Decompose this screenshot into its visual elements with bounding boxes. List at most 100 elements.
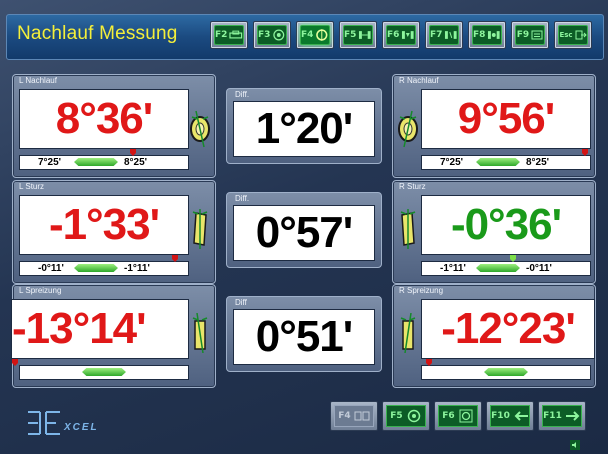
wheel-kpi-icon (400, 313, 416, 353)
f6-label: F6 (387, 30, 400, 40)
excel-logo: XCEL (24, 408, 134, 438)
esc-label: Esc (559, 31, 573, 39)
right-caster-panel: R Nachlauf 9°56' 7°25' 8°25' (392, 74, 596, 178)
f6-wheel-zoom-button[interactable]: F6 (434, 401, 482, 431)
app-title: Nachlauf Messung (17, 23, 178, 44)
f11-forward-button[interactable]: F11 (538, 401, 586, 431)
wheel-caster-icon (190, 110, 210, 148)
tolerance-range-indicator (484, 368, 528, 376)
diff-kpi-label: Diff (235, 298, 247, 307)
wheel-zoom-icon (459, 409, 473, 423)
camber-icon (488, 31, 501, 39)
left-kpi-tolerance-bar (12, 359, 189, 380)
f10-back-button[interactable]: F10 (486, 401, 534, 431)
diff-camber-panel: Diff. 0°57' (226, 192, 382, 268)
left-camber-tolerance-bar: -0°11' -1°11' (19, 255, 189, 276)
f5-axle-button[interactable]: F5 (339, 21, 377, 49)
left-caster-panel: L Nachlauf 8°36' 7°25' 8°25' (12, 74, 216, 178)
left-camber-marker (172, 255, 178, 262)
right-caster-tolerance-bar: 7°25' 8°25' (421, 149, 591, 170)
f7-toe-button[interactable]: F7 (425, 21, 463, 49)
right-camber-tol-min: -1°11' (440, 263, 466, 274)
right-camber-value: -0°36' (421, 195, 591, 255)
right-kpi-value: -12°23' (421, 299, 595, 359)
left-caster-marker (130, 149, 136, 156)
wheel-camber-icon (400, 209, 416, 249)
wheel-caster-icon (398, 110, 418, 148)
tolerance-range-indicator (82, 368, 126, 376)
f8-label: F8 (473, 30, 486, 40)
f4-meter-button[interactable]: F4 (330, 401, 378, 431)
diff-caster-label: Diff. (235, 90, 250, 99)
left-caster-value: 8°36' (19, 89, 189, 149)
toe-icon (445, 31, 458, 39)
f4-label: F4 (301, 30, 314, 40)
left-kpi-marker (12, 359, 18, 366)
right-caster-tol-max: 8°25' (526, 157, 550, 168)
caster-icon (316, 29, 328, 41)
right-camber-tolerance-bar: -1°11' -0°11' (421, 255, 591, 276)
diff-camber-value: 0°57' (233, 205, 375, 261)
f8-camber-button[interactable]: F8 (468, 21, 506, 49)
wheel-target-icon (273, 29, 285, 41)
wheel-rotate-icon (407, 409, 420, 423)
left-kpi-value: -13°14' (11, 299, 189, 359)
left-kpi-label: L Spreizung (19, 286, 62, 295)
left-camber-panel: L Sturz -1°33' -0°11' -1°11' (12, 180, 216, 284)
f9-label: F9 (516, 30, 530, 40)
left-kpi-panel: L Spreizung -13°14' (11, 284, 216, 388)
title-bar: Nachlauf Messung F2 F3 F4 F5 F6 F7 F8 F9… (6, 14, 604, 60)
f6-adjust-button[interactable]: F6 (382, 21, 420, 49)
bottom-f5-label: F5 (390, 411, 403, 421)
exit-icon (575, 30, 587, 40)
diff-kpi-value: 0°51' (233, 309, 375, 365)
arrow-left-icon (514, 411, 528, 421)
wheel-camber-icon (192, 209, 208, 249)
tolerance-range-indicator (74, 158, 118, 166)
bottom-f10-label: F10 (491, 411, 510, 421)
adjust-icon (402, 31, 415, 39)
f3-target-button[interactable]: F3 (253, 21, 291, 49)
tolerance-range-indicator (476, 158, 520, 166)
left-camber-label: L Sturz (19, 182, 45, 191)
f9-list-button[interactable]: F9 (511, 21, 549, 49)
right-camber-label: R Sturz (399, 182, 426, 191)
f3-label: F3 (258, 30, 271, 40)
f5-label: F5 (344, 30, 357, 40)
f2-label: F2 (215, 30, 228, 40)
f4-caster-button[interactable]: F4 (296, 21, 334, 49)
esc-exit-button[interactable]: Esc (554, 21, 592, 49)
right-caster-label: R Nachlauf (399, 76, 439, 85)
bottom-f6-label: F6 (442, 411, 455, 421)
right-camber-panel: R Sturz -0°36' -1°11' -0°11' (392, 180, 596, 284)
bottom-f4-label: F4 (338, 411, 351, 421)
f5-wheel-rotate-button[interactable]: F5 (382, 401, 430, 431)
left-camber-tol-min: -0°11' (38, 263, 64, 274)
right-kpi-label: R Spreizung (399, 286, 444, 295)
bottom-f11-label: F11 (543, 411, 562, 421)
left-caster-tol-min: 7°25' (38, 157, 62, 168)
f2-car-button[interactable]: F2 (210, 21, 248, 49)
diff-caster-value: 1°20' (233, 101, 375, 157)
diff-kpi-panel: Diff 0°51' (226, 296, 382, 372)
list-icon (531, 30, 543, 40)
diff-caster-panel: Diff. 1°20' (226, 88, 382, 164)
right-caster-marker (582, 149, 588, 156)
right-kpi-marker (426, 359, 432, 366)
right-caster-value: 9°56' (421, 89, 591, 149)
right-kpi-tolerance-bar (421, 359, 591, 380)
left-camber-value: -1°33' (19, 195, 189, 255)
left-camber-tol-max: -1°11' (124, 263, 150, 274)
f7-label: F7 (430, 30, 443, 40)
right-camber-marker (510, 255, 516, 262)
left-caster-tolerance-bar: 7°25' 8°25' (19, 149, 189, 170)
right-kpi-panel: R Spreizung -12°23' (392, 284, 596, 388)
meter-icon (354, 411, 370, 421)
wheel-kpi-icon (192, 313, 208, 353)
logo-mark-icon (28, 411, 60, 435)
tolerance-range-indicator (74, 264, 118, 272)
left-caster-tol-max: 8°25' (124, 157, 148, 168)
right-caster-tol-min: 7°25' (440, 157, 464, 168)
speaker-icon[interactable] (570, 440, 580, 450)
logo-text: XCEL (64, 422, 99, 433)
